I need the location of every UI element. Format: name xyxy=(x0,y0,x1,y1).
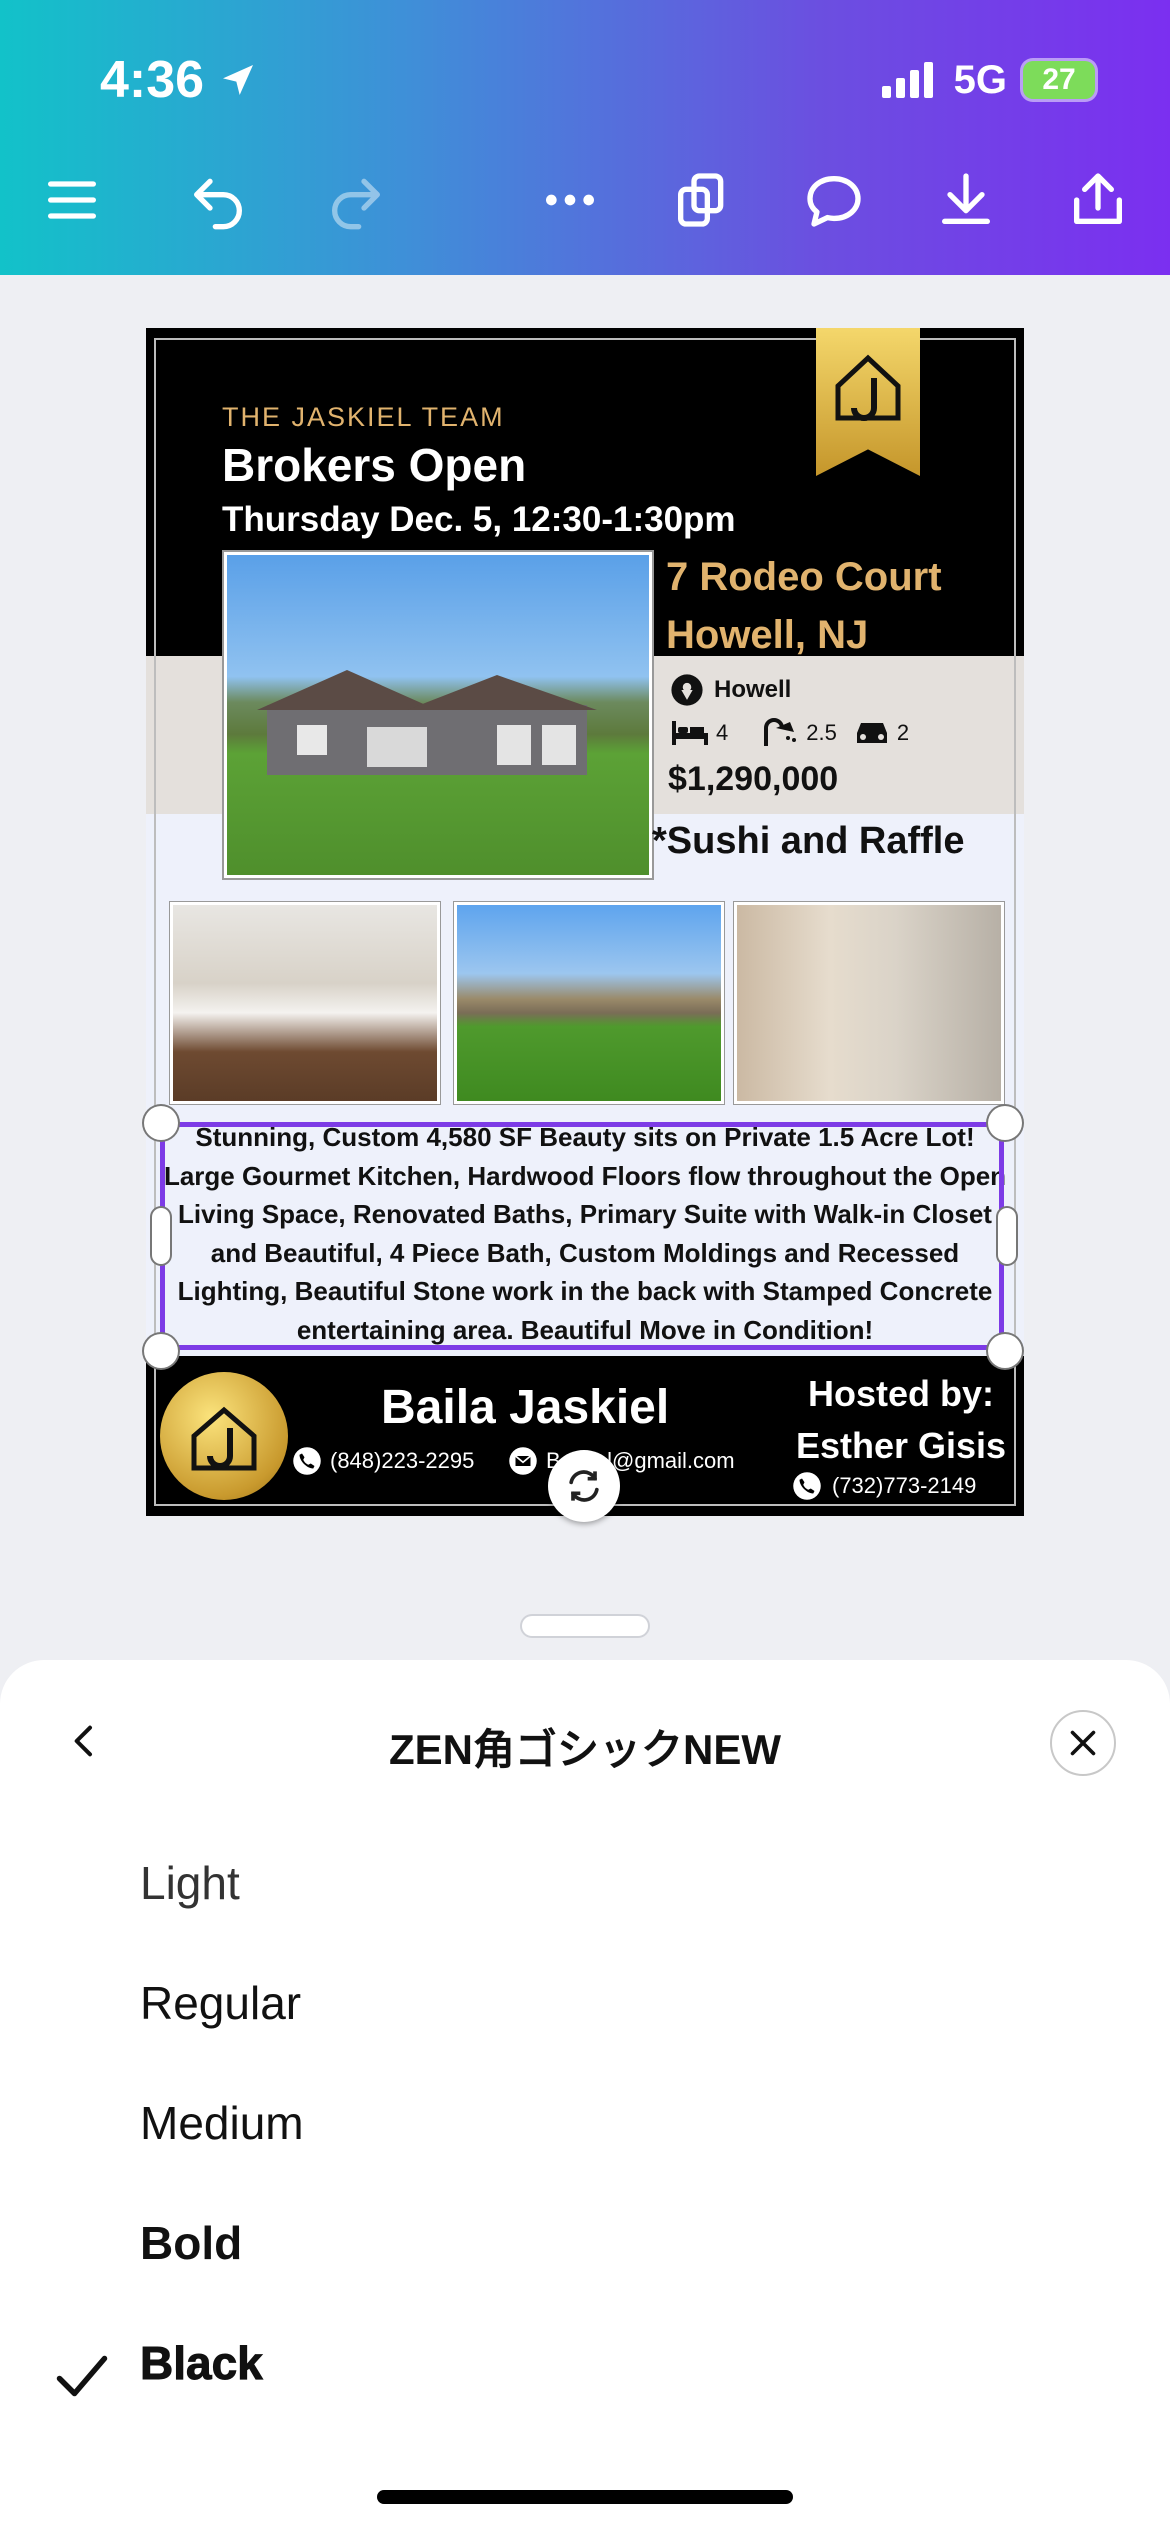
resize-handle-bottom-left[interactable] xyxy=(144,1334,178,1368)
undo-icon xyxy=(194,178,242,230)
close-icon xyxy=(1070,1730,1096,1756)
address-line-1: 7 Rodeo Court xyxy=(666,555,942,599)
pages-icon xyxy=(678,173,724,227)
undo-button[interactable] xyxy=(178,160,258,240)
weight-option-regular[interactable]: Regular xyxy=(140,1976,301,2030)
close-button[interactable] xyxy=(1050,1710,1116,1776)
battery-level: 27 xyxy=(1042,63,1076,96)
agent-phone: (848)223-2295 xyxy=(330,1448,475,1473)
editor-toolbar xyxy=(0,160,1170,240)
car-icon xyxy=(856,723,887,743)
bathroom-photo[interactable] xyxy=(733,901,1005,1105)
location-row: Howell xyxy=(670,673,791,707)
download-icon xyxy=(942,173,990,224)
weight-option-black[interactable]: Black xyxy=(140,2336,264,2390)
team-label[interactable]: THE JASKIEL TEAM xyxy=(222,402,505,433)
map-pin-icon xyxy=(671,674,703,706)
agent-email-row: B...kiel@gmail.com xyxy=(508,1446,735,1476)
team-logo-badge[interactable] xyxy=(160,1372,288,1500)
beds-count: 4 xyxy=(716,720,729,745)
share-button[interactable] xyxy=(1058,160,1138,240)
sheet-drag-handle[interactable] xyxy=(522,1616,648,1636)
pages-button[interactable] xyxy=(662,160,742,240)
event-perk[interactable]: *Sushi and Raffle xyxy=(652,820,965,863)
host-phone-row: (732)773-2149 xyxy=(792,1471,976,1501)
clock: 4:36 xyxy=(100,51,205,109)
status-indicators: 5G 27 xyxy=(881,50,1095,110)
redo-icon xyxy=(332,178,380,230)
rotate-handle[interactable] xyxy=(548,1450,620,1522)
garage-count: 2 xyxy=(896,720,910,745)
logo-ribbon[interactable] xyxy=(816,328,920,476)
exterior-photo[interactable] xyxy=(453,901,725,1105)
comment-icon xyxy=(807,176,861,227)
checkmark-icon xyxy=(56,2355,108,2397)
features-row: 4 2.5 2 xyxy=(670,718,909,748)
more-button[interactable] xyxy=(530,160,610,240)
rotate-icon xyxy=(569,1470,599,1502)
hosted-label: Hosted by: xyxy=(807,1373,994,1414)
location-arrow-icon xyxy=(223,65,254,95)
house-image-icon xyxy=(257,670,597,775)
more-icon xyxy=(546,194,594,206)
share-icon xyxy=(1074,173,1122,224)
resize-handle-top-left[interactable] xyxy=(144,1106,178,1140)
bed-icon xyxy=(672,721,708,745)
resize-handle-left[interactable] xyxy=(152,1208,170,1264)
menu-icon xyxy=(48,181,96,219)
app-header: 4:36 5G 27 xyxy=(0,0,1170,275)
signal-icon xyxy=(881,62,933,98)
battery-icon: 27 xyxy=(1023,61,1095,99)
property-address[interactable]: 7 Rodeo Court Howell, NJ xyxy=(666,548,942,664)
font-name-title: ZEN角ゴシックNEW xyxy=(389,1726,781,1773)
kitchen-photo[interactable] xyxy=(169,901,441,1105)
house-logo-icon xyxy=(191,1406,257,1471)
weight-option-bold[interactable]: Bold xyxy=(140,2216,242,2270)
host-name: Esther Gisis xyxy=(795,1425,1007,1466)
redo-button[interactable] xyxy=(316,160,396,240)
phone-icon xyxy=(293,1447,321,1475)
location-text: Howell xyxy=(714,676,792,703)
mail-icon xyxy=(509,1447,537,1475)
comment-button[interactable] xyxy=(794,160,874,240)
phone-icon xyxy=(793,1472,821,1500)
resize-handle-right[interactable] xyxy=(998,1208,1016,1264)
download-button[interactable] xyxy=(926,160,1006,240)
weight-option-light[interactable]: Light xyxy=(140,1856,240,1910)
flyer-title[interactable]: Brokers Open xyxy=(222,438,526,492)
network-label: 5G xyxy=(953,57,1007,102)
resize-handle-bottom-right[interactable] xyxy=(988,1334,1022,1368)
host-phone: (732)773-2149 xyxy=(832,1473,977,1498)
main-house-photo[interactable] xyxy=(222,550,654,880)
weight-option-medium[interactable]: Medium xyxy=(140,2096,304,2150)
property-price[interactable]: $1,290,000 xyxy=(668,760,838,799)
house-logo-icon xyxy=(835,354,901,421)
selection-box[interactable] xyxy=(160,1122,1004,1350)
agent-name[interactable]: Baila Jaskiel xyxy=(381,1380,669,1435)
host-block[interactable]: Hosted by: Esther Gisis xyxy=(786,1368,1016,1472)
menu-button[interactable] xyxy=(32,160,112,240)
agent-phone-row: (848)223-2295 xyxy=(292,1446,474,1476)
address-line-2: Howell, NJ xyxy=(666,613,869,657)
shower-icon xyxy=(764,718,797,746)
status-time: 4:36 xyxy=(100,50,258,110)
resize-handle-top-right[interactable] xyxy=(988,1106,1022,1140)
home-indicator[interactable] xyxy=(377,2490,793,2504)
baths-count: 2.5 xyxy=(806,720,837,745)
event-datetime[interactable]: Thursday Dec. 5, 12:30-1:30pm xyxy=(222,500,736,540)
